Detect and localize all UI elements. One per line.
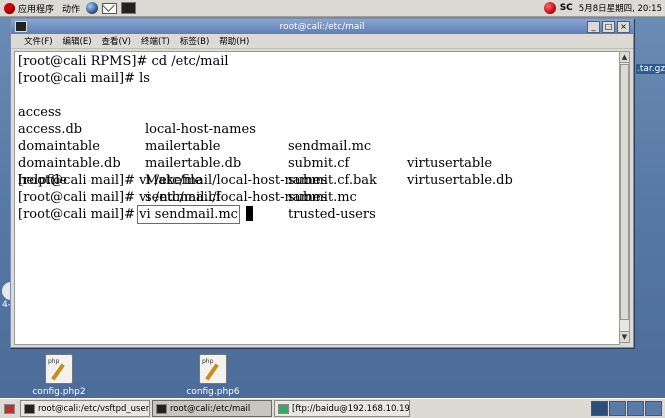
redhat-icon <box>4 2 15 14</box>
desktop-file-label[interactable]: .tar.gz <box>636 64 665 74</box>
highlighted-command: vi sendmail.mc <box>137 205 240 224</box>
window-titlebar[interactable]: root@cali:/etc/mail _ □ × <box>11 19 633 34</box>
php-file-icon <box>45 354 73 384</box>
menu-terminal[interactable]: 终端(T) <box>136 35 175 47</box>
actions-menu[interactable]: 动作 <box>58 0 84 16</box>
task-label: root@cali:/etc/mail <box>170 403 251 414</box>
workspace-2[interactable] <box>609 401 626 416</box>
terminal-icon <box>24 403 35 414</box>
task-label: [ftp://baidu@192.168.10.190/ <box>292 403 410 414</box>
menu-bar: 文件(F) 编辑(E) 查看(V) 终端(T) 标签(B) 帮助(H) <box>11 34 633 49</box>
actions-label: 动作 <box>62 4 81 15</box>
desktop-icon-config-php6[interactable]: config.php6 <box>183 354 243 397</box>
scroll-up-icon[interactable]: ▲ <box>620 52 629 63</box>
workspace-3[interactable] <box>627 401 644 416</box>
terminal-window: root@cali:/etc/mail _ □ × 文件(F) 编辑(E) 查看… <box>10 18 634 348</box>
desktop-icon-config-php2[interactable]: config.php2 <box>29 354 89 397</box>
task-label: root@cali:/etc/vsftpd_user_cc <box>38 403 150 414</box>
terminal-line: [root@cali RPMS]# cd /etc/mail <box>18 54 229 69</box>
menu-edit[interactable]: 编辑(E) <box>58 35 97 47</box>
menu-help[interactable]: 帮助(H) <box>214 35 254 47</box>
ls-entry: submit.cf <box>288 156 350 171</box>
ls-row: domaintable mailertable.db submit.cf.bak <box>18 121 377 188</box>
workspace-switcher[interactable] <box>590 401 662 416</box>
workspace-1[interactable] <box>591 401 608 416</box>
terminal-line: [root@cali mail]# ls <box>18 71 150 86</box>
ls-entry: virtusertable.db <box>407 173 513 188</box>
bottom-taskbar: root@cali:/etc/vsftpd_user_cc root@cali:… <box>0 398 665 418</box>
maximize-button[interactable]: □ <box>602 21 615 33</box>
menu-view[interactable]: 查看(V) <box>97 35 136 47</box>
alert-icon[interactable] <box>543 2 556 14</box>
scroll-down-icon[interactable]: ▼ <box>620 331 629 342</box>
terminal-launcher-icon[interactable] <box>121 2 137 14</box>
ls-row: access local-host-names sendmail.mc virt… <box>18 87 492 171</box>
workspace-4[interactable] <box>645 401 662 416</box>
applications-menu[interactable]: 应用程序 <box>0 0 58 16</box>
applications-label: 应用程序 <box>18 4 55 15</box>
minimize-button[interactable]: _ <box>587 21 600 33</box>
terminal-output[interactable]: [root@cali RPMS]# cd /etc/mail [root@cal… <box>14 51 620 345</box>
window-title: root@cali:/etc/mail <box>279 21 365 32</box>
ls-row: domaintable.db Makefile submit.mc <box>18 138 357 205</box>
browser-launcher-icon[interactable] <box>86 2 99 14</box>
desktop-icon-label: config.php6 <box>186 387 240 397</box>
menu-file[interactable]: 文件(F) <box>19 35 58 47</box>
top-panel: 应用程序 动作 SC 5月8日星期四, 20:15 <box>0 0 665 17</box>
folder-icon <box>278 403 289 414</box>
ls-entry: mailertable <box>145 139 221 154</box>
mail-launcher-icon[interactable] <box>102 2 118 14</box>
terminal-scrollbar[interactable]: ▲ ▼ <box>619 51 630 343</box>
clock[interactable]: 5月8日星期四, 20:15 <box>579 2 665 14</box>
close-button[interactable]: × <box>617 21 630 33</box>
ls-entry: trusted-users <box>288 207 376 222</box>
terminal-icon <box>156 403 167 414</box>
taskbar-task-ftp[interactable]: [ftp://baidu@192.168.10.190/ <box>274 400 410 417</box>
ls-row: helpfile sendmail.cf trusted-users <box>18 155 376 222</box>
ls-entry: virtusertable <box>407 156 493 171</box>
desktop: 应用程序 动作 SC 5月8日星期四, 20:15 .tar.gz 4-L ro… <box>0 0 665 418</box>
ls-row: access.db mailertable submit.cf virtuser… <box>18 104 513 188</box>
ls-entry: sendmail.mc <box>288 139 372 154</box>
terminal-current-line: [root@cali mail]# vi sendmail.mc <box>18 205 253 224</box>
show-desktop-icon[interactable] <box>4 403 15 414</box>
menu-tabs[interactable]: 标签(B) <box>175 35 214 47</box>
ls-entry: local-host-names <box>145 122 256 137</box>
shell-prompt: [root@cali mail]# <box>18 207 140 222</box>
input-method-indicator[interactable]: SC <box>560 3 573 13</box>
text-cursor <box>245 206 253 221</box>
ls-entry: mailertable.db <box>145 156 242 171</box>
terminal-line: [root@cali mail]# vi /etc/mail/local-hos… <box>18 173 328 188</box>
taskbar-task-vsftpd[interactable]: root@cali:/etc/vsftpd_user_cc <box>20 400 150 417</box>
php-file-icon <box>199 354 227 384</box>
terminal-line: [root@cali mail]# vi /etc/mail/local-hos… <box>18 190 328 205</box>
desktop-icon-label: config.php2 <box>32 387 86 397</box>
scrollbar-thumb[interactable] <box>620 64 629 320</box>
taskbar-task-mail[interactable]: root@cali:/etc/mail <box>152 400 272 417</box>
